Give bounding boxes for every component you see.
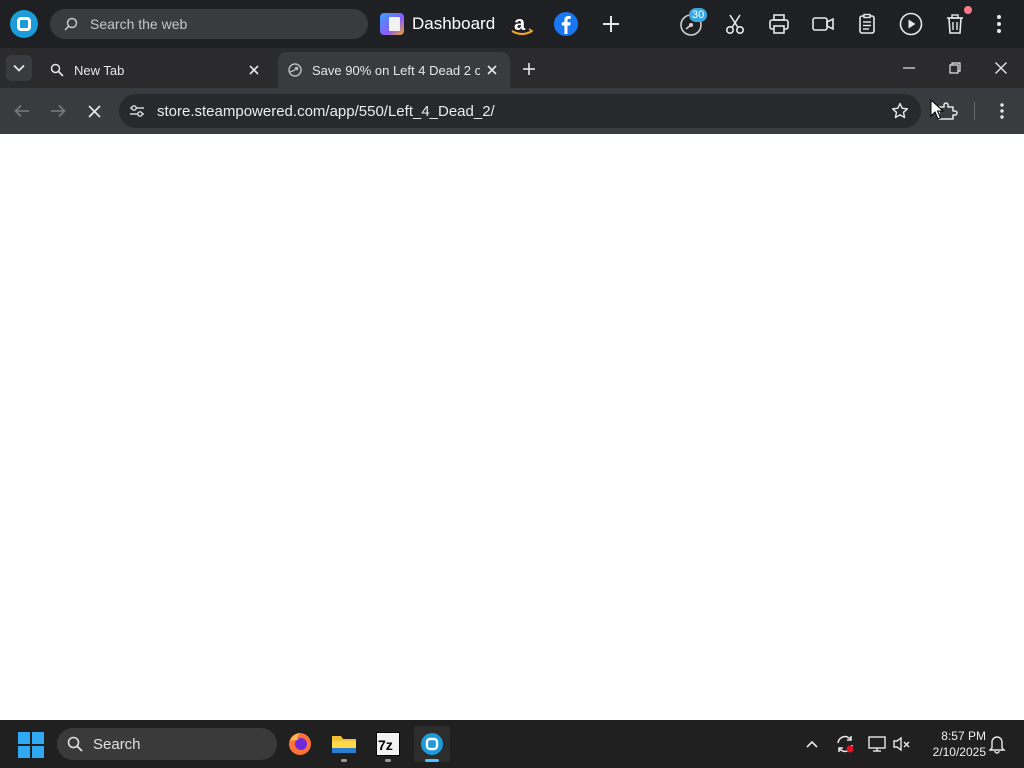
- stop-loading-button[interactable]: [82, 99, 106, 123]
- dashboard-label: Dashboard: [412, 14, 496, 33]
- running-indicator: [341, 759, 347, 762]
- new-tab-button[interactable]: [518, 58, 540, 80]
- close-icon: [87, 104, 101, 118]
- running-indicator: [425, 759, 439, 762]
- tab-label: Save 90% on Left 4 Dead 2 on Steam: [312, 62, 480, 78]
- web-search-box[interactable]: Search the web: [50, 9, 368, 39]
- close-icon: [995, 62, 1007, 74]
- taskbar: Search 7z 8:57 PM 2/10/2025: [0, 720, 1024, 768]
- site-settings-icon[interactable]: [129, 103, 145, 119]
- tab-new-tab[interactable]: New Tab: [40, 52, 272, 88]
- forward-arrow-icon: [51, 104, 66, 118]
- taskbar-search-label: Search: [93, 735, 141, 753]
- clock-time: 8:57 PM: [941, 729, 986, 743]
- browser-logo-icon[interactable]: [10, 10, 38, 38]
- dashboard-button[interactable]: Dashboard: [380, 10, 495, 38]
- browser-toolbar: store.steampowered.com/app/550/Left_4_De…: [0, 88, 1024, 134]
- forward-button[interactable]: [46, 99, 70, 123]
- restore-icon: [949, 62, 961, 74]
- minimize-button[interactable]: [895, 56, 923, 80]
- bookmark-star-icon[interactable]: [891, 102, 909, 120]
- page-content: [0, 134, 1024, 720]
- show-hidden-icons-chevron-up-icon[interactable]: [800, 732, 824, 756]
- browser-menu-button[interactable]: [990, 98, 1014, 124]
- mouse-cursor-icon: [930, 99, 944, 120]
- play-icon[interactable]: [897, 10, 925, 38]
- notification-dot: [964, 6, 972, 14]
- add-shortcut-icon[interactable]: [597, 10, 625, 38]
- tab-label: New Tab: [74, 62, 125, 78]
- system-clock[interactable]: 8:57 PM 2/10/2025: [920, 728, 986, 760]
- 7zip-icon[interactable]: 7z: [370, 726, 406, 762]
- clock-date: 2/10/2025: [932, 745, 986, 759]
- tab-search-button[interactable]: [6, 55, 32, 81]
- toolbar-divider: [974, 102, 975, 120]
- taskbar-search[interactable]: Search: [57, 728, 277, 760]
- tab-close-icon[interactable]: [484, 62, 500, 78]
- restore-button[interactable]: [941, 56, 969, 80]
- svg-text:a: a: [514, 13, 526, 35]
- back-arrow-icon: [14, 104, 29, 118]
- sync-icon[interactable]: [833, 732, 857, 756]
- windows-start-icon[interactable]: [18, 732, 44, 758]
- volume-muted-icon[interactable]: [890, 732, 914, 756]
- notification-bell-icon[interactable]: [985, 732, 1009, 756]
- tab-steam[interactable]: Save 90% on Left 4 Dead 2 on Steam: [278, 52, 510, 88]
- clipboard-icon[interactable]: [853, 10, 881, 38]
- minimize-icon: [903, 67, 915, 69]
- scissors-icon[interactable]: [721, 10, 749, 38]
- chevron-down-icon: [13, 64, 25, 72]
- steam-favicon-icon: [288, 63, 302, 77]
- firefox-icon[interactable]: [282, 726, 318, 762]
- tab-strip: New Tab Save 90% on Left 4 Dead 2 on Ste…: [0, 48, 1024, 88]
- svg-text:7z: 7z: [378, 737, 393, 753]
- browser-taskbar-icon[interactable]: [414, 726, 450, 762]
- more-icon[interactable]: [985, 10, 1013, 38]
- running-indicator: [385, 759, 391, 762]
- file-explorer-icon[interactable]: [326, 726, 362, 762]
- address-bar[interactable]: store.steampowered.com/app/550/Left_4_De…: [119, 94, 921, 128]
- tab-close-icon[interactable]: [246, 62, 262, 78]
- search-icon: [67, 736, 83, 752]
- more-icon: [1000, 103, 1004, 119]
- shortcut-bar: Search the web Dashboard a 30: [0, 0, 1024, 48]
- facebook-icon[interactable]: [552, 10, 580, 38]
- network-icon[interactable]: [865, 732, 889, 756]
- back-button[interactable]: [10, 99, 34, 123]
- web-search-placeholder: Search the web: [90, 16, 188, 32]
- dashboard-icon: [380, 13, 404, 35]
- search-icon: [50, 63, 64, 77]
- video-icon[interactable]: [809, 10, 837, 38]
- plus-icon: [523, 63, 535, 75]
- url-text[interactable]: store.steampowered.com/app/550/Left_4_De…: [157, 103, 495, 120]
- amazon-icon[interactable]: a: [508, 10, 536, 38]
- close-window-button[interactable]: [987, 56, 1015, 80]
- print-icon[interactable]: [765, 10, 793, 38]
- trash-icon[interactable]: [941, 10, 969, 38]
- speed-badge: 30: [689, 8, 708, 22]
- search-icon: [64, 17, 78, 31]
